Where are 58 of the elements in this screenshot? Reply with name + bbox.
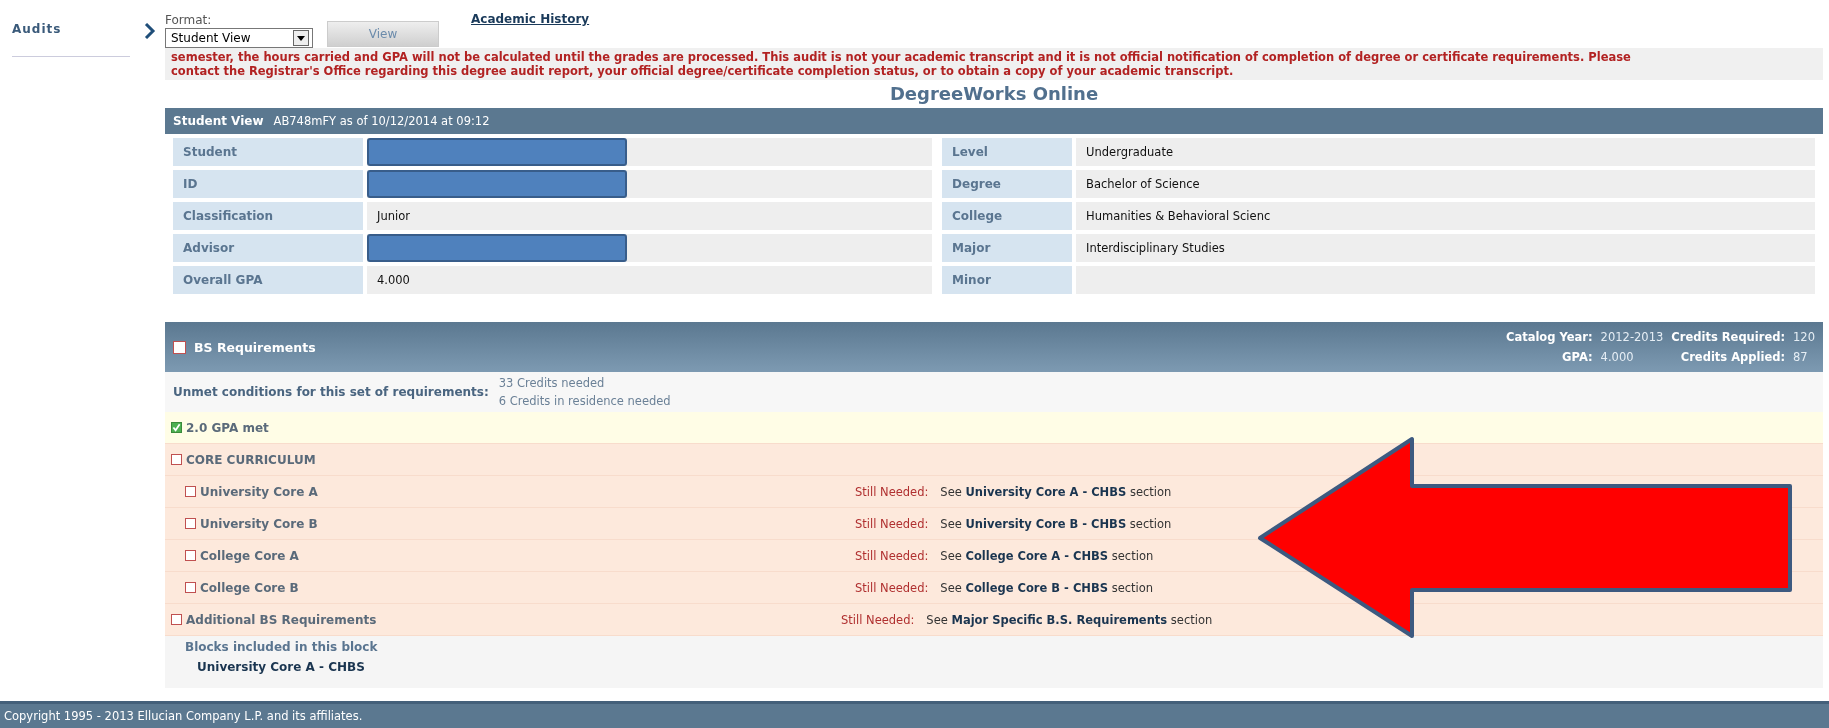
field-value: Undergraduate: [1076, 138, 1815, 166]
format-label: Format:: [165, 13, 213, 27]
chevron-right-icon: [144, 23, 156, 39]
requirement-note: See University Core B - CHBS section: [940, 516, 1172, 531]
status-label: Still Needed:: [855, 516, 929, 531]
field-label: ID: [173, 170, 363, 198]
stat-label: GPA:: [1561, 350, 1593, 364]
field-value: Junior: [367, 202, 933, 230]
field-value: Humanities & Behavioral Scienc: [1076, 202, 1815, 230]
field-label: Student: [173, 138, 363, 166]
page-title: DegreeWorks Online: [888, 82, 1100, 106]
stat-value: 2012-2013: [1600, 330, 1664, 344]
audit-info: AB748mFY as of 10/12/2014 at 09:12: [273, 114, 490, 128]
field-label: Major: [942, 234, 1073, 262]
stat-value: 120: [1793, 330, 1815, 344]
requirement-label: 2.0 GPA met: [186, 420, 269, 435]
field-value: 4.000: [367, 266, 933, 294]
status-label: Still Needed:: [855, 548, 929, 563]
field-label: Classification: [173, 202, 363, 230]
footer-text: Copyright 1995 - 2013 Ellucian Company L.P. and its affiliates.: [0, 701, 1829, 728]
requirement-label: University Core B: [200, 516, 318, 531]
status-label: Still Needed:: [841, 612, 915, 627]
requirement-note: See University Core A - CHBS section: [940, 484, 1172, 499]
field-label: College: [942, 202, 1073, 230]
section-title: Student View: [173, 114, 264, 128]
format-dropdown[interactable]: Student View: [165, 28, 313, 48]
field-value: Interdisciplinary Studies: [1076, 234, 1815, 262]
requirement-label: College Core A: [200, 548, 299, 563]
unmet-label: Unmet conditions for this set of requirements:: [173, 385, 489, 399]
sidebar-item[interactable]: Audits: [12, 22, 130, 57]
requirement-label: Additional BS Requirements: [186, 612, 377, 627]
field-label: Advisor: [173, 234, 363, 262]
requirement-note: See College Core A - CHBS section: [940, 548, 1154, 563]
field-label: Degree: [942, 170, 1073, 198]
notice-text: semester, the hours carried and GPA will not be calculated until the grades are processed. This audit is not your academic transcript and it is not official notification of completion of degree or certificate requirements. Please: [171, 50, 1632, 64]
field-label: Minor: [942, 266, 1073, 294]
field-label: Overall GPA: [173, 266, 363, 294]
stat-value: 87: [1793, 350, 1809, 364]
requirement-label: College Core B: [200, 580, 299, 595]
requirement-note: See Major Specific B.S. Requirements section: [926, 612, 1213, 627]
unmet-condition: 6 Credits in residence needed: [498, 394, 671, 408]
unmet-condition: 33 Credits needed: [498, 376, 606, 390]
notice-text: contact the Registrar's Office regarding this degree audit report, your official degree/certificate completion status, or to obtain a copy of your academic transcript.: [171, 64, 1235, 78]
status-label: Still Needed:: [855, 580, 929, 595]
requirement-label: University Core A: [200, 484, 318, 499]
field-label: Level: [942, 138, 1073, 166]
stat-label: Credits Applied:: [1679, 350, 1786, 364]
requirement-note: See College Core B - CHBS section: [940, 580, 1154, 595]
block-title: BS Requirements: [194, 339, 316, 355]
academic-history-link[interactable]: Academic History: [471, 12, 590, 26]
included-label: Blocks included in this block: [185, 640, 379, 654]
requirement-label: CORE CURRICULUM: [186, 452, 316, 467]
field-value: Bachelor of Science: [1076, 170, 1815, 198]
status-label: Still Needed:: [855, 484, 929, 499]
stat-label: Credits Required:: [1671, 330, 1786, 344]
stat-label: Catalog Year:: [1505, 330, 1593, 344]
stat-value: 4.000: [1600, 350, 1635, 364]
included-block-title: University Core A - CHBS: [196, 660, 366, 674]
